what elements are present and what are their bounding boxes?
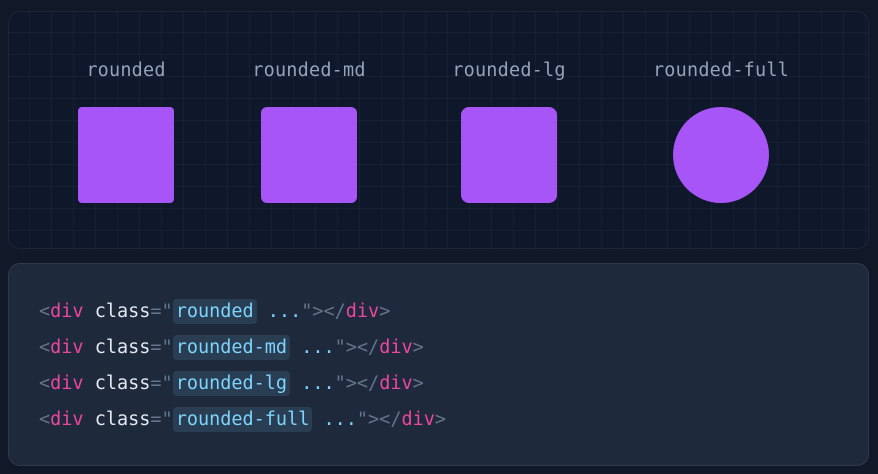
purple-square [78, 107, 174, 203]
code-line: <div class=" rounded-full ..."></div> [39, 407, 447, 432]
class-token: rounded-lg [172, 371, 291, 396]
purple-square [261, 107, 357, 203]
demo-label: rounded-md [252, 60, 366, 81]
code-line: <div class=" rounded-lg ..."></div> [39, 371, 424, 396]
code-line: <div class=" rounded ..."></div> [39, 299, 391, 324]
preview-panel: rounded rounded-md rounded-lg rounded-fu… [8, 11, 869, 249]
demo-rounded-md: rounded-md [209, 12, 409, 250]
demo-rounded: rounded [26, 12, 226, 250]
code-line: <div class=" rounded-md ..."></div> [39, 335, 424, 360]
class-token: rounded-md [172, 335, 291, 360]
demo-rounded-full: rounded-full [621, 12, 821, 250]
class-token: rounded [172, 299, 257, 324]
code-panel: <div class=" rounded ..."></div> <div cla… [8, 263, 869, 466]
demo-label: rounded [86, 60, 166, 81]
demo-label: rounded-full [652, 60, 790, 81]
class-token: rounded-full [172, 407, 313, 432]
demo-rounded-lg: rounded-lg [409, 12, 609, 250]
purple-circle [673, 107, 769, 203]
purple-square [461, 107, 557, 203]
demo-label: rounded-lg [452, 60, 566, 81]
